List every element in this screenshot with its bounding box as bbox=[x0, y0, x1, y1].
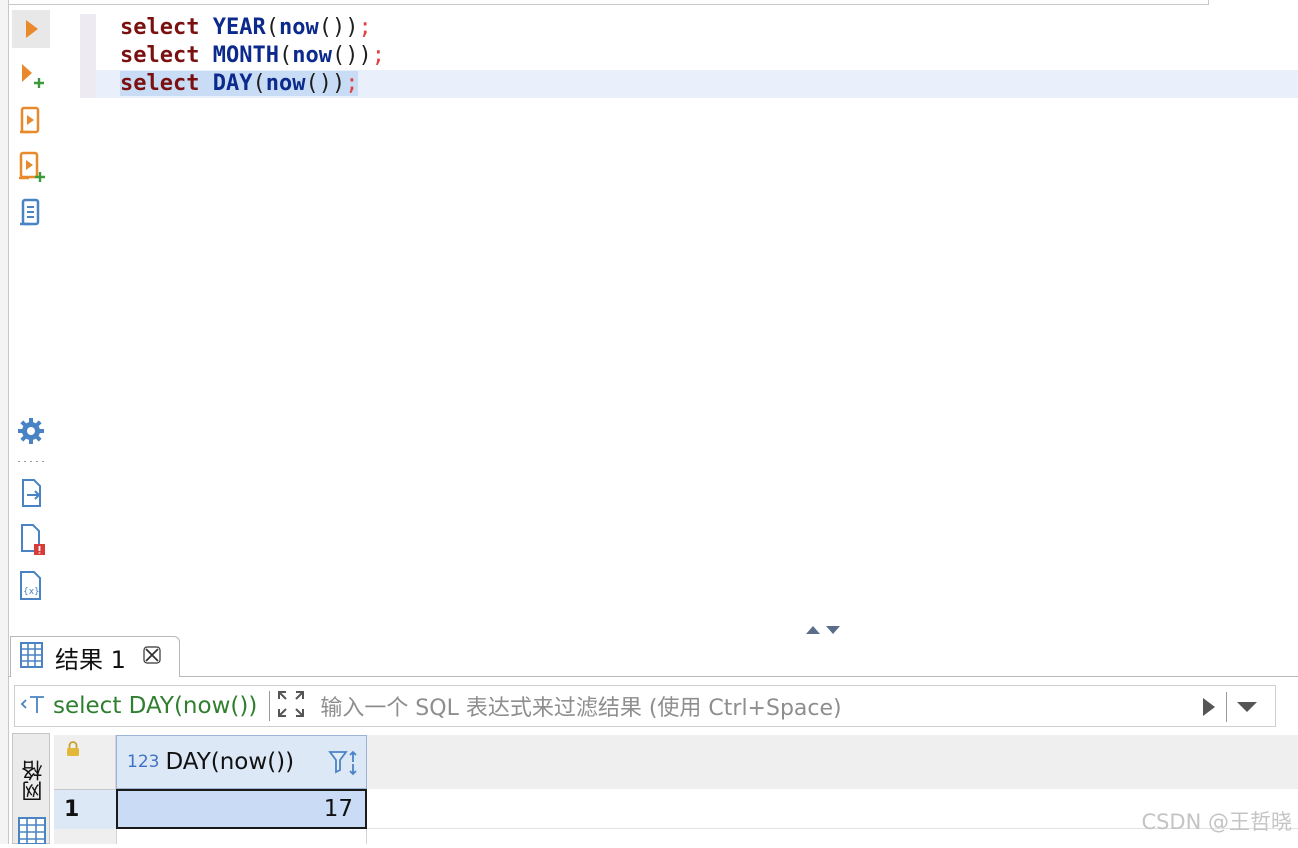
results-filter-bar[interactable]: select DAY(now()) 输入一个 SQL 表达式来过滤结果 (使用 … bbox=[14, 685, 1276, 727]
sql-function-inner: now bbox=[278, 15, 319, 40]
grid-table-icon bbox=[19, 641, 45, 673]
selected-cell[interactable]: 17 bbox=[116, 789, 367, 829]
apply-filter-icon[interactable] bbox=[1201, 696, 1217, 722]
close-paren: ) bbox=[331, 71, 346, 96]
problems-file-icon[interactable] bbox=[12, 520, 50, 558]
grid-view-icon bbox=[17, 816, 47, 848]
numeric-type-badge: 123 bbox=[127, 752, 160, 772]
export-file-icon[interactable] bbox=[12, 474, 50, 512]
restore-down-icon[interactable] bbox=[826, 626, 840, 634]
semicolon: ; bbox=[358, 15, 372, 40]
column-filter-sort-icon[interactable] bbox=[328, 748, 360, 782]
filter-history-dropdown[interactable] bbox=[1226, 692, 1267, 722]
execute-statement-icon[interactable] bbox=[12, 10, 50, 48]
window-left-edge bbox=[0, 0, 9, 844]
results-panel-divider bbox=[8, 676, 1298, 677]
close-paren: ) bbox=[358, 43, 372, 68]
row-number[interactable]: 1 bbox=[54, 789, 116, 829]
active-query-text[interactable]: select DAY(now()) bbox=[53, 693, 257, 719]
lock-icon bbox=[66, 741, 80, 761]
text-filter-icon[interactable] bbox=[19, 692, 47, 720]
execute-in-new-tab-icon[interactable] bbox=[12, 56, 50, 94]
watermark: CSDN @王哲晓 bbox=[1141, 810, 1292, 834]
code-line-2[interactable]: select MONTH(now()); bbox=[120, 42, 385, 70]
svg-text:{x}: {x} bbox=[23, 587, 40, 597]
sql-function: YEAR bbox=[212, 15, 266, 40]
variables-file-icon[interactable]: {x} bbox=[12, 566, 50, 604]
expand-filter-icon[interactable] bbox=[276, 689, 306, 723]
inner-parens: () bbox=[331, 43, 359, 68]
sql-function: DAY bbox=[212, 71, 253, 96]
code-line-1[interactable]: select YEAR(now()); bbox=[120, 14, 372, 42]
inner-parens: () bbox=[318, 15, 346, 40]
empty-row-cell bbox=[116, 829, 367, 844]
semicolon: ; bbox=[371, 43, 385, 68]
sql-keyword: select bbox=[120, 71, 200, 96]
close-paren: ) bbox=[345, 15, 359, 40]
tab-results-1[interactable]: 结果 1 bbox=[10, 636, 180, 677]
view-tab-grid[interactable]: 网格 bbox=[12, 733, 50, 845]
sql-function: MONTH bbox=[212, 43, 279, 68]
inner-parens: () bbox=[305, 71, 332, 96]
close-tab-icon[interactable] bbox=[142, 645, 162, 669]
empty-row-header bbox=[54, 829, 116, 844]
grid-corner-cell[interactable] bbox=[54, 735, 116, 789]
panel-grip-dots[interactable] bbox=[16, 460, 46, 463]
editor-gutter bbox=[80, 14, 96, 98]
results-tab-label: 结果 1 bbox=[55, 645, 126, 674]
column-header-day[interactable]: 123 DAY(now()) bbox=[116, 735, 367, 789]
explain-plan-icon[interactable] bbox=[12, 194, 50, 232]
sql-keyword: select bbox=[120, 15, 200, 40]
selected-statement: select DAY(now()); bbox=[120, 71, 359, 96]
open-paren: ( bbox=[265, 15, 279, 40]
execute-script-icon[interactable] bbox=[12, 102, 50, 140]
sql-function-inner: now bbox=[265, 71, 306, 96]
sql-function-inner: now bbox=[292, 43, 332, 68]
open-paren: ( bbox=[278, 43, 293, 68]
panel-splitter[interactable] bbox=[806, 626, 840, 634]
sql-keyword: select bbox=[120, 43, 200, 68]
semicolon: ; bbox=[345, 71, 359, 96]
open-paren: ( bbox=[252, 71, 266, 96]
maximize-up-icon[interactable] bbox=[806, 626, 820, 634]
settings-gear-icon[interactable] bbox=[12, 412, 50, 450]
filter-divider bbox=[269, 691, 271, 721]
code-line-3[interactable]: select DAY(now()); bbox=[120, 70, 359, 98]
column-name: DAY(now()) bbox=[165, 749, 295, 775]
execute-script-new-tab-icon[interactable] bbox=[12, 148, 50, 186]
filter-input-placeholder[interactable]: 输入一个 SQL 表达式来过滤结果 (使用 Ctrl+Space) bbox=[320, 690, 841, 722]
grid-view-label: 网格 bbox=[21, 760, 45, 802]
window-top-edge bbox=[8, 0, 1209, 5]
